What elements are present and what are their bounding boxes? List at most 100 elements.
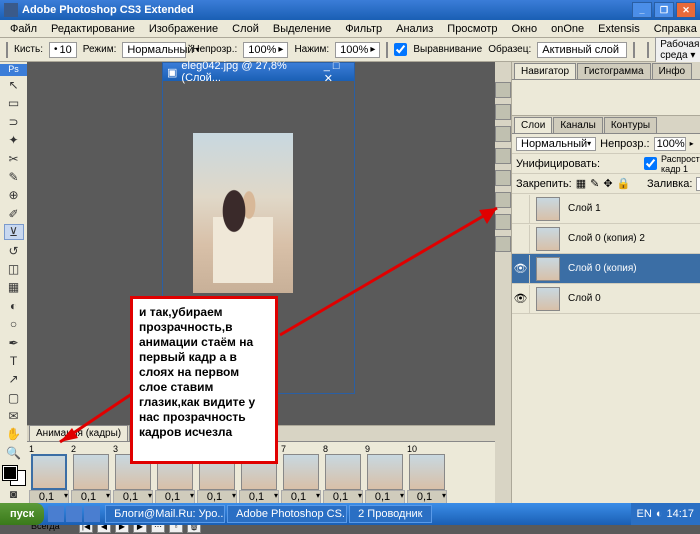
layer-name: Слой 0 (копия) [568,263,637,274]
start-button[interactable]: пуск [0,503,44,525]
zoom-tool[interactable]: 🔍 [4,445,24,461]
layer-row[interactable]: Слой 1 [512,194,700,224]
layer-opacity-input[interactable]: 100% [654,137,686,151]
menu-просмотр[interactable]: Просмотр [441,21,503,37]
taskbar-item-3[interactable]: 2 Проводник [349,505,431,523]
doc-min-icon[interactable]: _ [324,60,330,72]
doc-max-icon[interactable]: □ [333,60,340,72]
menu-анализ[interactable]: Анализ [390,21,439,37]
dock-icon-3[interactable] [495,126,511,142]
menu-фильтр[interactable]: Фильтр [339,21,388,37]
path-tool[interactable]: ↗ [4,371,24,387]
dock-icon-6[interactable] [495,192,511,208]
dock-icon-8[interactable] [495,236,511,252]
tool-preset-icon[interactable] [6,42,8,58]
doc-close-icon[interactable]: ✕ [324,73,333,85]
fill-input[interactable]: 100% [696,177,700,191]
menu-файл[interactable]: Файл [4,21,43,37]
blur-tool[interactable]: ◐ [4,298,24,314]
layer-row[interactable]: 👁Слой 0 [512,284,700,314]
mode-select[interactable]: Нормальный ▾ [122,42,186,58]
unify-pos-icon[interactable] [604,158,613,170]
dock-icon-1[interactable] [495,82,511,98]
gradient-tool[interactable]: ▦ [4,279,24,295]
history-brush-tool[interactable]: ↺ [4,242,24,258]
dock-icon-2[interactable] [495,104,511,120]
lock-paint-icon[interactable]: ✎ [590,177,599,190]
taskbar-item-2[interactable]: Adobe Photoshop CS... [227,505,347,523]
eyedropper-tool[interactable]: ✎ [4,169,24,185]
layer-row[interactable]: 👁 Слой 0 (копия) [512,254,700,284]
unify-style-icon[interactable] [631,158,640,170]
marquee-tool[interactable]: ▭ [4,95,24,111]
palette-toggle-icon[interactable] [647,42,649,58]
tools-header[interactable]: Ps [0,64,27,76]
tab-channels[interactable]: Каналы [553,117,603,133]
dock-icon-7[interactable] [495,214,511,230]
menu-слой[interactable]: Слой [226,21,265,37]
move-tool[interactable]: ↖ [4,77,24,93]
heal-tool[interactable]: ⊕ [4,187,24,203]
hand-tool[interactable]: ✋ [4,426,24,442]
propagate-checkbox[interactable] [644,157,657,170]
menu-справка[interactable]: Справка [648,21,700,37]
opacity-input[interactable]: 100% ▸ [243,42,288,58]
eraser-tool[interactable]: ◫ [4,261,24,277]
quickmask-tool[interactable]: ◙ [4,486,24,502]
ql-icon-3[interactable] [84,506,100,522]
tab-animation[interactable]: Анимация (кадры) [29,425,128,441]
clock[interactable]: 14:17 [666,508,694,520]
type-tool[interactable]: T [4,353,24,369]
lock-move-icon[interactable]: ✥ [603,177,612,190]
wand-tool[interactable]: ✦ [4,132,24,148]
dock-icon-4[interactable] [495,148,511,164]
tab-navigator[interactable]: Навигатор [514,63,576,79]
align-checkbox[interactable] [394,43,407,56]
color-swatch[interactable] [3,466,25,485]
tray-icon[interactable]: ◐ [656,508,663,520]
ql-icon-2[interactable] [66,506,82,522]
brush-picker[interactable]: • 10 [49,42,77,58]
menu-изображение[interactable]: Изображение [143,21,224,37]
sample-icon[interactable] [633,42,635,58]
close-button[interactable]: ✕ [676,2,696,18]
menu-onone[interactable]: onOne [545,21,590,37]
maximize-button[interactable]: ❐ [654,2,674,18]
tab-histogram[interactable]: Гистограмма [577,63,651,79]
ql-icon-1[interactable] [48,506,64,522]
visibility-toggle[interactable] [512,195,530,223]
stamp-tool[interactable]: ⊻ [4,224,24,240]
workspace-button[interactable]: Рабочая среда ▾ [655,37,700,63]
taskbar-item-1[interactable]: Блоги@Mail.Ru: Уро... [105,505,225,523]
menu-окно[interactable]: Окно [506,21,544,37]
lasso-tool[interactable]: ⊃ [4,114,24,130]
menu-выделение[interactable]: Выделение [267,21,337,37]
document-titlebar[interactable]: ▣ eleg042.jpg @ 27,8% (Слой... _ □ ✕ [163,63,354,81]
notes-tool[interactable]: ✉ [4,408,24,424]
menu-extensis[interactable]: Extensis [592,21,646,37]
sample-select[interactable]: Активный слой [537,42,627,58]
minimize-button[interactable]: _ [632,2,652,18]
blend-mode-select[interactable]: Нормальный ▾ [516,137,596,151]
canvas[interactable] [193,133,293,293]
visibility-toggle[interactable]: 👁 [512,285,530,313]
shape-tool[interactable]: ▢ [4,389,24,405]
visibility-toggle[interactable]: 👁 [512,255,530,283]
dock-icon-5[interactable] [495,170,511,186]
brush-tool[interactable]: ✐ [4,206,24,222]
flow-input[interactable]: 100% ▸ [335,42,380,58]
visibility-toggle[interactable] [512,225,530,253]
tab-paths[interactable]: Контуры [604,117,657,133]
airbrush-icon[interactable] [386,42,388,58]
crop-tool[interactable]: ✂ [4,150,24,166]
lock-all-icon[interactable]: 🔒 [617,177,631,190]
dodge-tool[interactable]: ○ [4,316,24,332]
lang-indicator[interactable]: EN [637,508,652,520]
tab-info[interactable]: Инфо [652,63,693,79]
pen-tool[interactable]: ✒ [4,334,24,350]
menu-редактирование[interactable]: Редактирование [45,21,141,37]
unify-vis-icon[interactable] [617,158,626,170]
tab-layers[interactable]: Слои [514,117,552,133]
layer-row[interactable]: Слой 0 (копия) 2 [512,224,700,254]
lock-trans-icon[interactable]: ▦ [576,177,586,190]
